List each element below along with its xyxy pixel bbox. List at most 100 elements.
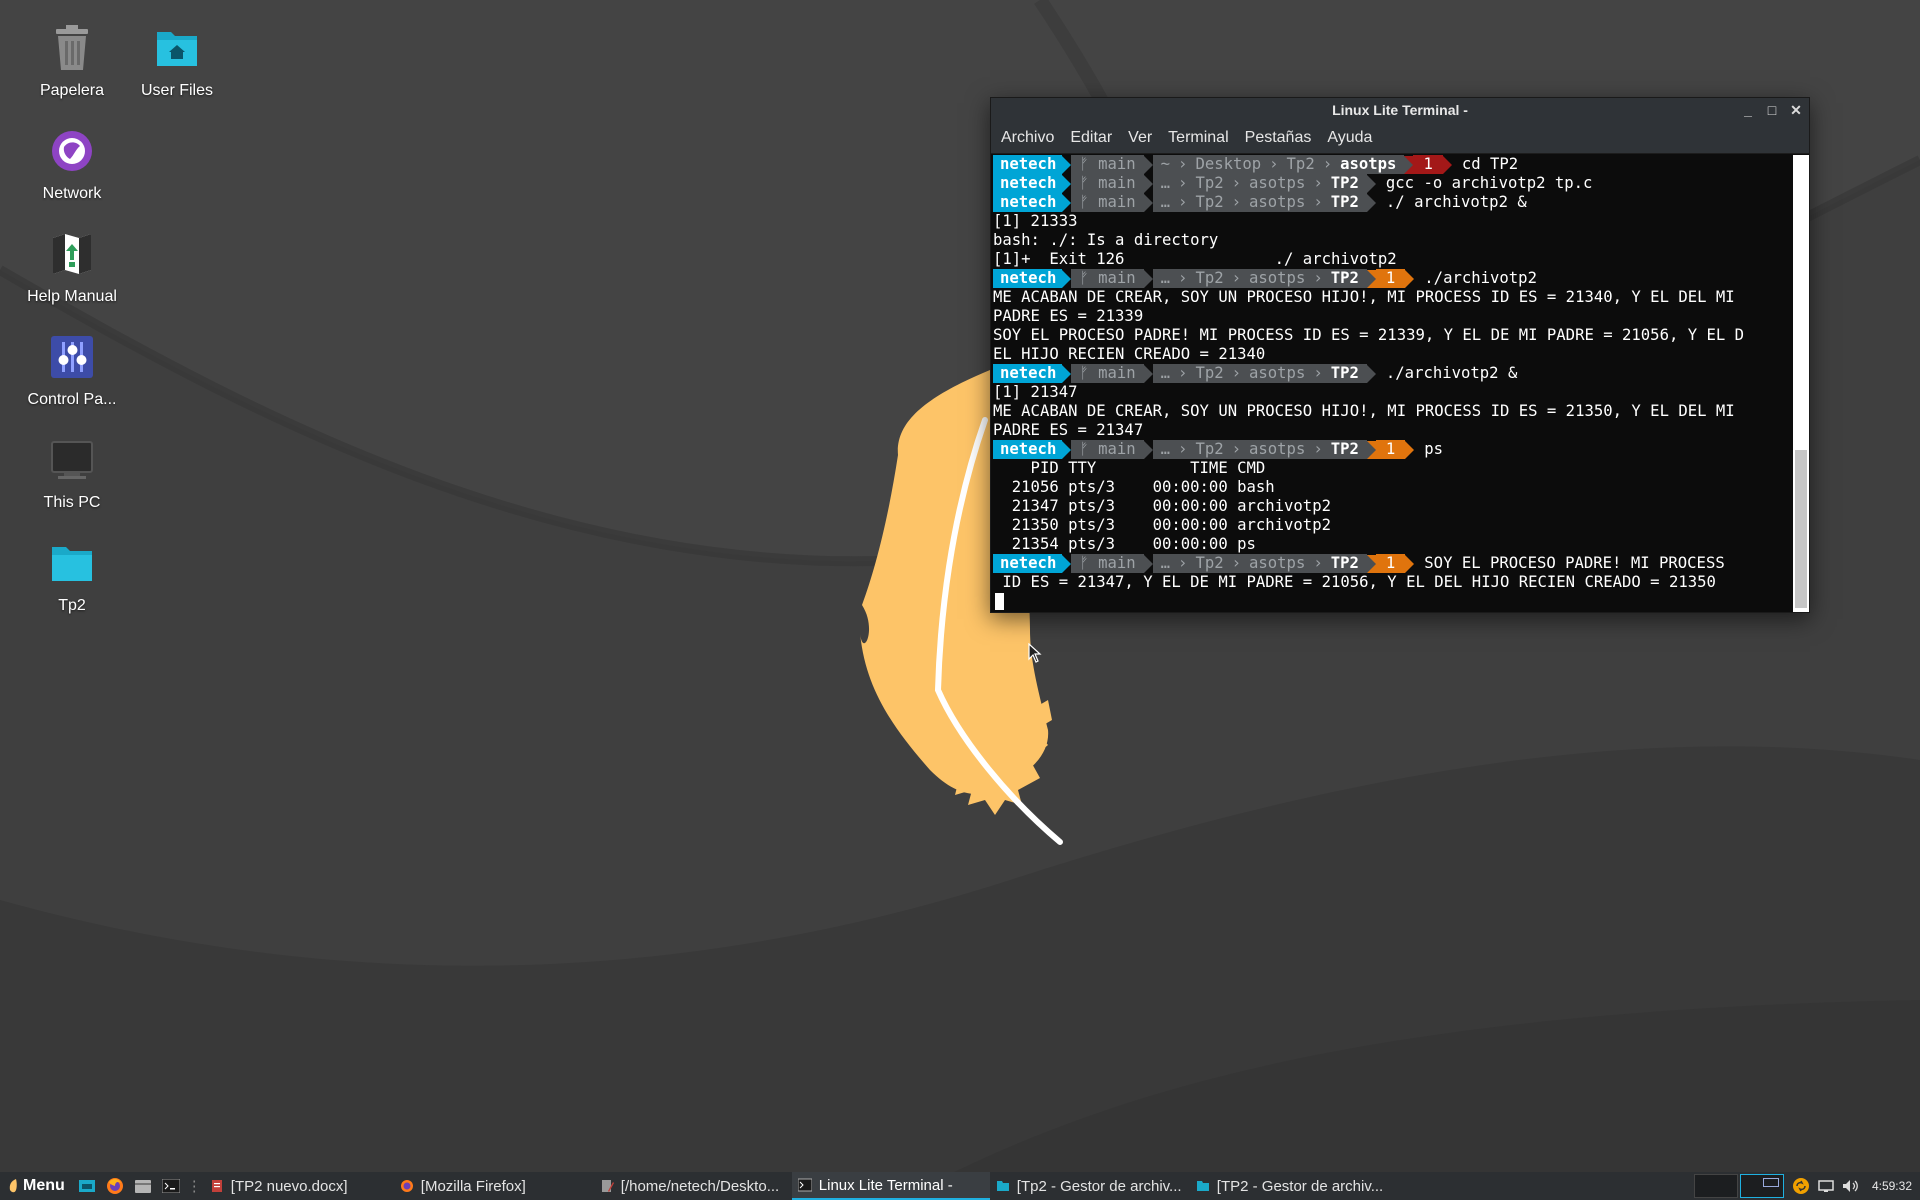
desktop-icon-label: This PC [43,494,101,511]
workspace-2[interactable] [1739,1174,1784,1198]
prompt-separator: › [1178,155,1188,174]
menu-ver[interactable]: Ver [1120,129,1160,147]
prompt-line: netech ᚠ main ~ › Desktop › Tp2 › asotps 1 … [993,155,1793,174]
prompt-current-dir: TP2 [1322,193,1367,212]
desktop-icon-label: Help Manual [27,288,117,305]
desktop-icon-papelera[interactable]: Papelera [17,22,127,100]
prompt-separator: › [1178,193,1188,212]
menu-archivo[interactable]: Archivo [993,129,1062,147]
mouse-pointer-icon [1028,643,1042,663]
desktop-icon-control-panel[interactable]: Control Pa... [17,331,127,409]
network-globe-icon [46,125,98,177]
prompt-path-asotps: asotps [1241,193,1314,212]
prompt-separator: › [1231,440,1241,459]
menu-ayuda[interactable]: Ayuda [1319,129,1380,147]
maximize-button[interactable]: □ [1765,102,1779,118]
task-file-manager-1[interactable]: [Tp2 - Gestor de archiv... [990,1172,1190,1200]
menu-label: Menu [23,1177,65,1194]
folder-icon [46,537,98,589]
terminal-menubar: Archivo Editar Ver Terminal Pestañas Ayu… [991,122,1809,154]
terminal-icon [797,1178,812,1192]
volume-icon[interactable] [1842,1179,1860,1193]
task-firefox[interactable]: [Mozilla Firefox] [394,1172,594,1200]
desktop-icon-network[interactable]: Network [17,125,127,203]
task-file-manager-2[interactable]: [TP2 - Gestor de archiv... [1190,1172,1390,1200]
prompt-branch: ᚠ main [1071,193,1144,212]
close-button[interactable]: ✕ [1789,102,1803,119]
prompt-separator: › [1178,269,1188,288]
input-line[interactable] [993,592,1793,611]
task-terminal[interactable]: Linux Lite Terminal - [791,1172,990,1200]
prompt-path-asotps: asotps [1241,554,1314,573]
command-text: gcc -o archivotp2 tp.c [1385,174,1593,192]
clock[interactable]: 4:59:32 [1872,1179,1912,1193]
command-text: ./ archivotp2 & [1385,193,1527,211]
desktop-icon-help-manual[interactable]: Help Manual [17,228,127,306]
prompt-exit-code: 1 [1375,269,1406,288]
output-line: [1] 21347 [993,383,1078,401]
menu-pestanas[interactable]: Pestañas [1237,129,1320,147]
output-line: [1] 21333 [993,212,1078,230]
command-text: ps [1424,440,1444,458]
file-manager-launcher-icon[interactable] [133,1176,153,1196]
output-line: PADRE ES = 21339 [993,307,1144,325]
prompt-path-tp2: Tp2 [1187,269,1232,288]
prompt-exit-code: 1 [1375,554,1406,573]
terminal-launcher-icon[interactable] [161,1176,181,1196]
prompt-branch: ᚠ main [1071,440,1144,459]
network-status-icon[interactable] [1818,1179,1834,1193]
terminal-output[interactable]: netech ᚠ main ~ › Desktop › Tp2 › asotps 1 … [991,155,1793,612]
prompt-path-ellipsis: … [1152,554,1179,573]
desktop-icon-label: Papelera [39,82,105,99]
prompt-separator: › [1313,269,1323,288]
start-menu-button[interactable]: Menu [0,1172,73,1200]
minimize-button[interactable]: _ [1741,102,1755,118]
menu-terminal[interactable]: Terminal [1160,129,1236,147]
prompt-path-tp2: Tp2 [1187,364,1232,383]
ps-row: 21354 pts/3 00:00:00 ps [993,535,1256,553]
prompt-line: netech ᚠ main … › Tp2 › asotps › TP2 1 ps [993,440,1793,459]
system-tray: 4:59:32 [1693,1172,1920,1200]
prompt-branch: ᚠ main [1071,155,1144,174]
output-line: PADRE ES = 21347 [993,421,1144,439]
desktop-icon-tp2[interactable]: Tp2 [17,537,127,615]
computer-icon [46,434,98,486]
show-desktop-icon[interactable] [77,1176,97,1196]
prompt-path-ellipsis: … [1152,193,1179,212]
update-notifier-icon[interactable] [1792,1177,1810,1195]
prompt-line: netech ᚠ main … › Tp2 › asotps › TP2 1 SOY … [993,554,1793,573]
output-line: ME ACABAN DE CREAR, SOY UN PROCESO HIJO!… [993,288,1735,306]
prompt-path-asotps: asotps [1241,364,1314,383]
task-editor[interactable]: [/home/netech/Deskto... [594,1172,792,1200]
prompt-separator: › [1231,364,1241,383]
desktop-icon-user-files[interactable]: User Files [122,22,232,100]
menu-editar[interactable]: Editar [1062,129,1120,147]
prompt-exit-code: 1 [1375,440,1406,459]
output-line: SOY EL PROCESO PADRE! MI PROCESS ID ES =… [993,326,1745,344]
text-cursor [995,593,1004,610]
firefox-launcher-icon[interactable] [105,1176,125,1196]
prompt-branch: ᚠ main [1071,364,1144,383]
prompt-separator: › [1178,554,1188,573]
terminal-scrollbar[interactable] [1793,155,1809,612]
prompt-current-dir: TP2 [1322,269,1367,288]
prompt-path-tp2: Tp2 [1187,193,1232,212]
task-tp2-docx[interactable]: [TP2 nuevo.docx] [204,1172,394,1200]
command-text: ./archivotp2 & [1385,364,1518,382]
desktop-icon-this-pc[interactable]: This PC [17,434,127,512]
file-manager-icon [996,1181,1009,1191]
window-titlebar[interactable]: Linux Lite Terminal - _ □ ✕ [991,98,1809,122]
terminal-window[interactable]: Linux Lite Terminal - _ □ ✕ Archivo Edit… [990,97,1810,613]
workspace-switcher[interactable] [1693,1174,1784,1198]
ps-row: 21347 pts/3 00:00:00 archivotp2 [993,497,1331,515]
prompt-user: netech [993,554,1063,573]
prompt-path-tp2: Tp2 [1187,174,1232,193]
prompt-branch: ᚠ main [1071,174,1144,193]
prompt-separator: › [1231,554,1241,573]
command-text: ./archivotp2 [1424,269,1537,287]
feather-menu-icon [9,1179,17,1193]
help-manual-icon [46,228,98,280]
task-label: [Mozilla Firefox] [420,1177,526,1195]
workspace-1[interactable] [1693,1174,1738,1198]
scrollbar-thumb[interactable] [1795,450,1807,608]
